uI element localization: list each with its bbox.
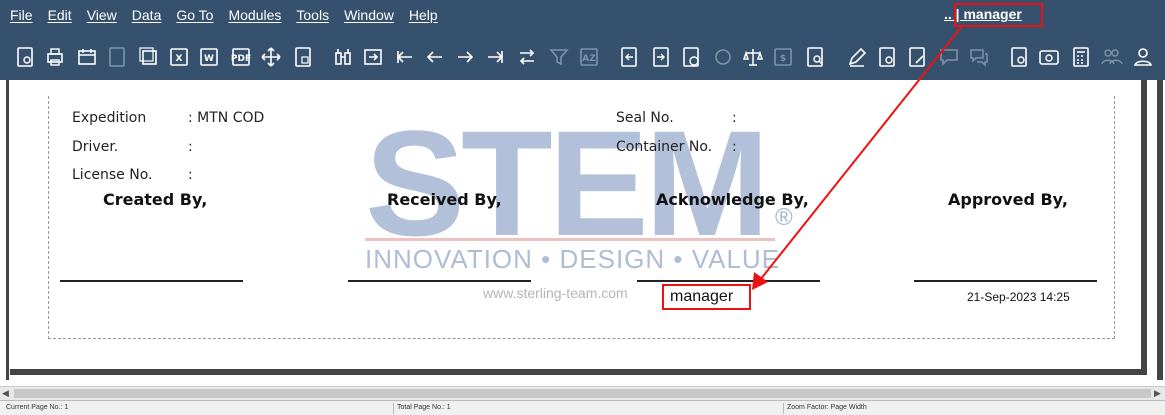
money-doc-icon[interactable] [678, 44, 704, 70]
page-icon[interactable] [290, 44, 316, 70]
status-bar: Current Page No.: 1 Total Page No.: 1 Zo… [0, 400, 1165, 415]
scroll-right-arrow-icon[interactable]: ▶ [1154, 388, 1161, 399]
pdf-icon[interactable]: PDF [228, 44, 254, 70]
goto-icon[interactable] [360, 44, 386, 70]
swap-icon[interactable] [514, 44, 540, 70]
svg-text:X: X [176, 54, 183, 64]
approved-by-datetime: 21-Sep-2023 14:25 [967, 290, 1070, 304]
excel-icon[interactable]: X [166, 44, 192, 70]
export-disabled-icon [104, 44, 130, 70]
horizontal-scrollbar[interactable]: ◀ ▶ [0, 386, 1165, 400]
received-by-line [348, 280, 531, 282]
toolbar: X W PDF AZ $ [0, 32, 1165, 80]
user-highlight-box [954, 3, 1043, 27]
info-card-icon[interactable] [1036, 44, 1062, 70]
menu-items: File Edit View Data Go To Modules Tools … [10, 7, 453, 23]
users-disabled-icon [1098, 44, 1124, 70]
search-doc-icon[interactable] [802, 44, 828, 70]
menu-data[interactable]: Data [132, 7, 162, 23]
document-out-icon[interactable] [648, 44, 674, 70]
coin-disabled-icon [710, 44, 736, 70]
svg-text:AZ: AZ [582, 54, 596, 64]
scroll-left-arrow-icon[interactable]: ◀ [2, 388, 9, 399]
page-setup-icon[interactable] [74, 44, 100, 70]
approved-by-line [914, 280, 1097, 282]
created-by-line [60, 280, 243, 282]
watermark-divider [365, 238, 775, 241]
calculator-icon[interactable] [1068, 44, 1094, 70]
license-label: License No. [72, 167, 153, 183]
status-divider [393, 403, 394, 414]
current-page-status: Current Page No.: 1 [6, 404, 69, 411]
menu-goto[interactable]: Go To [176, 7, 213, 23]
zoom-status: Zoom Factor: Page Width [787, 404, 867, 411]
preview-icon[interactable] [12, 44, 38, 70]
find-icon[interactable] [330, 44, 356, 70]
print-icon[interactable] [42, 44, 68, 70]
sort-disabled-icon: AZ [576, 44, 602, 70]
prev-page-icon[interactable] [422, 44, 448, 70]
menu-edit[interactable]: Edit [48, 7, 72, 23]
expedition-label: Expedition [72, 110, 147, 126]
menu-file[interactable]: File [10, 7, 33, 23]
copy-icon[interactable] [136, 44, 162, 70]
report-left-border [6, 80, 9, 380]
comment-disabled-icon [936, 44, 962, 70]
acknowledge-by-line [637, 280, 820, 282]
word-icon[interactable]: W [196, 44, 222, 70]
license-value: : [188, 167, 193, 183]
next-page-icon[interactable] [452, 44, 478, 70]
watermark-tagline: INNOVATION • DESIGN • VALUE [365, 244, 781, 274]
svg-text:PDF: PDF [231, 54, 251, 64]
approved-by-title: Approved By, [948, 190, 1068, 209]
move-icon[interactable] [258, 44, 284, 70]
received-by-title: Received By, [387, 190, 502, 209]
report-right-border [1157, 80, 1163, 380]
menu-modules[interactable]: Modules [228, 7, 281, 23]
menu-help[interactable]: Help [409, 7, 438, 23]
first-page-icon[interactable] [392, 44, 418, 70]
watermark-brand: STEM [365, 99, 770, 267]
document-in-icon[interactable] [616, 44, 642, 70]
edit-icon[interactable] [844, 44, 870, 70]
filter-disabled-icon [546, 44, 572, 70]
watermark-url: www.sterling-team.com [483, 285, 628, 301]
driver-value: : [188, 139, 193, 155]
last-page-icon[interactable] [482, 44, 508, 70]
menu-bar: File Edit View Data Go To Modules Tools … [0, 0, 1165, 32]
menu-window[interactable]: Window [344, 7, 394, 23]
edit-doc-icon[interactable] [904, 44, 930, 70]
status-divider [783, 403, 784, 414]
menu-view[interactable]: View [87, 7, 117, 23]
svg-text:$: $ [780, 54, 786, 64]
container-value: : [732, 139, 737, 155]
created-by-title: Created By, [103, 190, 208, 209]
info-doc-icon[interactable] [1006, 44, 1032, 70]
driver-label: Driver. [72, 139, 119, 155]
scrollbar-thumb[interactable] [14, 389, 1151, 398]
acknowledge-by-title: Acknowledge By, [656, 190, 809, 209]
seal-value: : [732, 110, 737, 126]
comments-disabled-icon [966, 44, 992, 70]
user-icon[interactable] [1130, 44, 1156, 70]
settings-doc-icon[interactable] [874, 44, 900, 70]
seal-label: Seal No. [616, 110, 674, 126]
dollar-doc-disabled-icon: $ [770, 44, 796, 70]
container-label: Container No. [616, 139, 713, 155]
acknowledge-name-highlight-box [662, 284, 751, 310]
balance-icon[interactable] [740, 44, 766, 70]
total-page-status: Total Page No.: 1 [397, 404, 451, 411]
expedition-value: : MTN COD [188, 110, 265, 126]
menu-tools[interactable]: Tools [296, 7, 329, 23]
svg-text:W: W [204, 54, 214, 64]
